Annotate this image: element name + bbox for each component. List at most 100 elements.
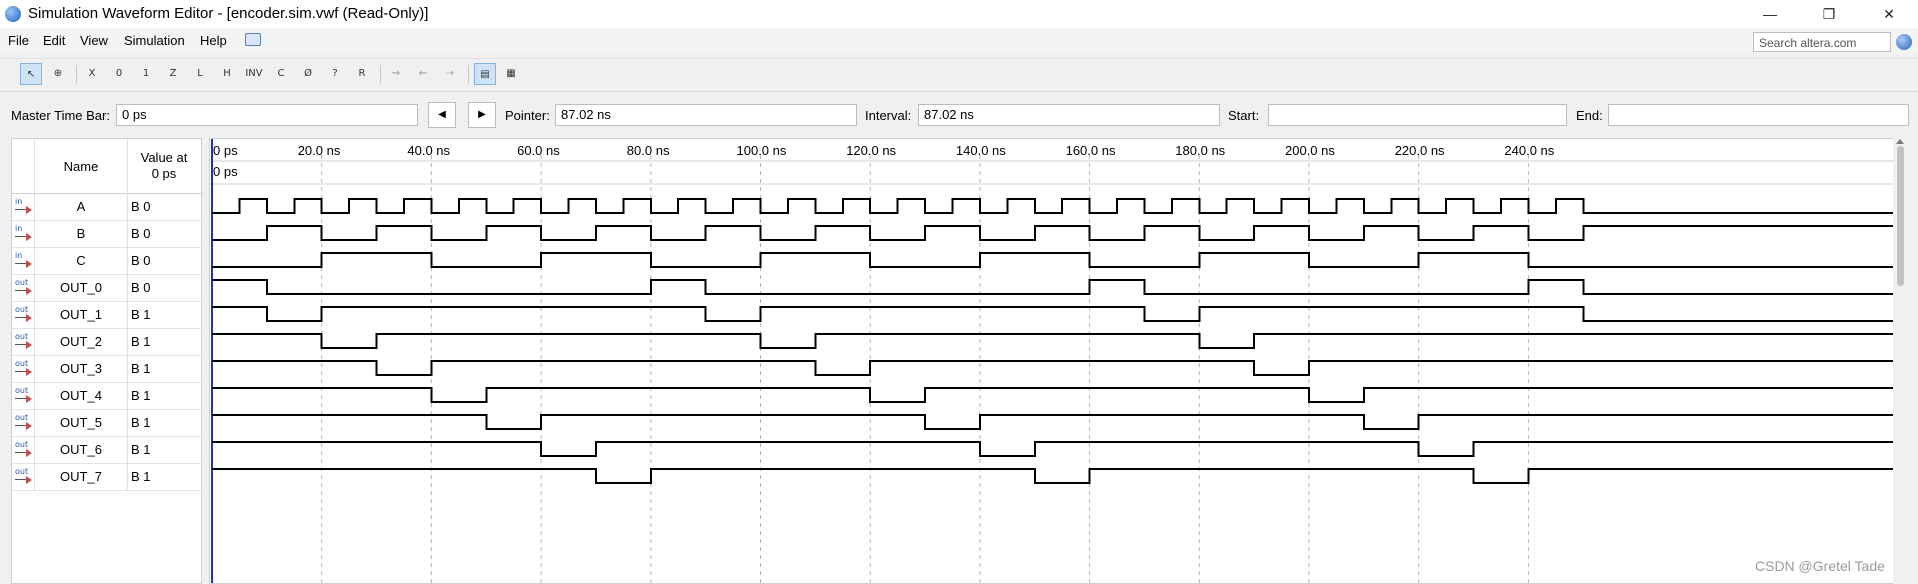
signal-name: OUT_3 xyxy=(34,355,128,382)
invert-icon[interactable]: INV xyxy=(243,63,265,85)
time-tick-label: 60.0 ns xyxy=(517,143,560,158)
forcing-unknown-icon[interactable]: X xyxy=(81,63,103,85)
start-field[interactable] xyxy=(1268,104,1567,126)
grid-settings-icon[interactable]: ▦ xyxy=(500,63,522,85)
menu-simulation[interactable]: Simulation xyxy=(124,33,185,48)
master-time-bar-marker-label: 0 ps xyxy=(213,164,238,179)
signal-name: OUT_2 xyxy=(34,328,128,355)
signal-value: B 1 xyxy=(131,388,151,403)
input-pin-icon: in xyxy=(14,251,32,268)
watermark: CSDN @Gretel Tade xyxy=(1755,558,1885,574)
signal-value: B 0 xyxy=(131,280,151,295)
end-label: End: xyxy=(1576,108,1603,123)
scrollbar-thumb[interactable] xyxy=(1897,146,1904,286)
random-value-icon[interactable]: R xyxy=(351,63,373,85)
menu-view[interactable]: View xyxy=(80,33,108,48)
signal-row[interactable]: out OUT_6 B 1 xyxy=(12,436,203,464)
forcing-high-icon[interactable]: 1 xyxy=(135,63,157,85)
master-time-bar-field[interactable]: 0 ps xyxy=(116,104,418,126)
time-tick-label: 40.0 ns xyxy=(407,143,450,158)
pin-arrow xyxy=(26,233,32,241)
waveform-out-6 xyxy=(212,441,1902,457)
signal-value: B 0 xyxy=(131,253,151,268)
high-impedance-icon[interactable]: Z xyxy=(162,63,184,85)
time-tick-label: 160.0 ns xyxy=(1066,143,1116,158)
master-time-bar-label: Master Time Bar: xyxy=(11,108,110,123)
waveform-out-4 xyxy=(212,387,1902,403)
signal-row[interactable]: in B B 0 xyxy=(12,220,203,248)
toolbar-separator xyxy=(380,65,381,83)
snap-to-grid-icon[interactable]: ⇝ xyxy=(385,63,407,85)
pin-direction-label: in xyxy=(15,224,23,233)
next-transition-button[interactable]: ▶ xyxy=(468,102,496,128)
toolbar-separator xyxy=(468,65,469,83)
close-button[interactable]: ✕ xyxy=(1860,0,1918,28)
signal-value: B 1 xyxy=(131,415,151,430)
value-column-header[interactable]: Value at 0 ps xyxy=(127,139,201,193)
output-pin-icon: out xyxy=(14,386,32,403)
weak-high-icon[interactable]: H xyxy=(216,63,238,85)
pointer-tool-icon[interactable]: ↖ xyxy=(20,63,42,85)
snap-edges-icon[interactable]: ⇜ xyxy=(412,63,434,85)
start-label: Start: xyxy=(1228,108,1260,123)
weak-low-icon[interactable]: L xyxy=(189,63,211,85)
pin-arrow xyxy=(26,368,32,376)
signal-row[interactable]: out OUT_2 B 1 xyxy=(12,328,203,356)
signal-row[interactable]: out OUT_1 B 1 xyxy=(12,301,203,329)
time-tick-label: 20.0 ns xyxy=(298,143,341,158)
signal-row[interactable]: out OUT_7 B 1 xyxy=(12,463,203,491)
pin-direction-label: out xyxy=(15,305,29,314)
time-bar: Master Time Bar: 0 ps ◀ ▶ Pointer: 87.02… xyxy=(0,98,1918,132)
menu-file[interactable]: File xyxy=(8,33,29,48)
signal-name: OUT_6 xyxy=(34,436,128,463)
signal-value: B 1 xyxy=(131,334,151,349)
search-input[interactable]: Search altera.com xyxy=(1753,32,1891,52)
signal-value: B 0 xyxy=(131,226,151,241)
count-value-icon[interactable]: C xyxy=(270,63,292,85)
output-pin-icon: out xyxy=(14,278,32,295)
minimize-button[interactable]: — xyxy=(1741,0,1799,28)
signal-name: C xyxy=(34,247,128,274)
signal-row[interactable]: out OUT_0 B 0 xyxy=(12,274,203,302)
waveform-canvas[interactable]: 0 ps 20.0 ns 40.0 ns 60.0 ns 80.0 ns 100.0 ns… xyxy=(210,139,1902,583)
waveform-panel[interactable]: 0 ps 20.0 ns 40.0 ns 60.0 ns 80.0 ns 100.0 ns… xyxy=(209,138,1903,584)
zoom-tool-icon[interactable]: ⊕ xyxy=(47,63,69,85)
time-tick-label: 220.0 ns xyxy=(1395,143,1445,158)
waveform-out-5 xyxy=(212,414,1902,430)
scroll-up-icon[interactable] xyxy=(1896,139,1904,144)
signal-name: A xyxy=(34,193,128,220)
name-column-header[interactable]: Name xyxy=(34,139,128,193)
signal-row[interactable]: out OUT_3 B 1 xyxy=(12,355,203,383)
arbitrary-value-icon[interactable]: ? xyxy=(324,63,346,85)
search-go-icon[interactable] xyxy=(1896,34,1912,50)
time-tick-label: 180.0 ns xyxy=(1175,143,1225,158)
output-pin-icon: out xyxy=(14,413,32,430)
signal-row[interactable]: out OUT_4 B 1 xyxy=(12,382,203,410)
pin-arrow xyxy=(26,476,32,484)
signal-row[interactable]: out OUT_5 B 1 xyxy=(12,409,203,437)
menu-help[interactable]: Help xyxy=(200,33,227,48)
end-field[interactable] xyxy=(1608,104,1909,126)
feedback-icon[interactable] xyxy=(245,33,261,46)
interval-field[interactable]: 87.02 ns xyxy=(918,104,1220,126)
pointer-field[interactable]: 87.02 ns xyxy=(555,104,857,126)
vertical-scrollbar[interactable] xyxy=(1893,138,1908,584)
title-bar: Simulation Waveform Editor - [encoder.si… xyxy=(0,0,1918,28)
signal-list-header: Name Value at 0 ps xyxy=(12,139,203,194)
interval-label: Interval: xyxy=(865,108,912,123)
menu-edit[interactable]: Edit xyxy=(43,33,65,48)
forcing-low-icon[interactable]: 0 xyxy=(108,63,130,85)
signal-row[interactable]: in C B 0 xyxy=(12,247,203,275)
pin-direction-label: in xyxy=(15,251,23,260)
clock-value-icon[interactable]: Ø xyxy=(297,63,319,85)
sort-icon[interactable]: ⇢ xyxy=(439,63,461,85)
signal-value: B 1 xyxy=(131,469,151,484)
signal-row[interactable]: in A B 0 xyxy=(12,193,203,221)
value-header-line1: Value at xyxy=(140,150,188,165)
output-pin-icon: out xyxy=(14,440,32,457)
toolbar-separator xyxy=(76,65,77,83)
pin-arrow xyxy=(26,422,32,430)
previous-transition-button[interactable]: ◀ xyxy=(428,102,456,128)
restore-button[interactable]: ❐ xyxy=(1800,0,1858,28)
waveform-view-icon[interactable]: ▤ xyxy=(474,63,496,85)
